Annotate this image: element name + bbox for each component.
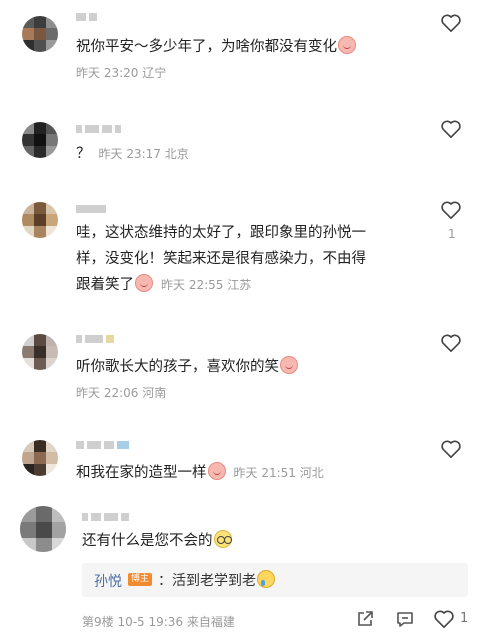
- glasses-emoji-icon: [213, 530, 232, 548]
- blogger-reply[interactable]: 孙悦 博主 ：活到老学到老: [82, 563, 468, 597]
- username-blurred[interactable]: [76, 440, 129, 450]
- laugh-cry-emoji-icon: [257, 570, 275, 588]
- comment-text: 听你歌长大的孩子，喜欢你的笑: [76, 354, 298, 380]
- reply-text: ：活到老学到老: [158, 570, 275, 590]
- comment-text: 祝你平安～多少年了，为啥你都没有变化: [76, 34, 356, 60]
- username-blurred[interactable]: [82, 512, 129, 522]
- avatar[interactable]: [22, 202, 58, 238]
- like-count: 1: [460, 611, 469, 626]
- avatar[interactable]: [20, 506, 66, 552]
- username-blurred[interactable]: [76, 124, 121, 134]
- peach-emoji-icon: [135, 274, 153, 292]
- avatar[interactable]: [22, 122, 58, 158]
- comment-text: 和我在家的造型一样 昨天 21:51 河北: [76, 460, 324, 486]
- like-count: 1: [448, 227, 456, 241]
- like-heart-icon[interactable]: [440, 439, 462, 459]
- peach-emoji-icon: [338, 36, 356, 54]
- comment-text-line: 跟着笑了 昨天 22:55 江苏: [76, 272, 251, 298]
- avatar[interactable]: [22, 16, 58, 52]
- avatar[interactable]: [22, 440, 58, 476]
- comment-text-line: 哇，这状态维持的太好了，跟印象里的孙悦一: [76, 225, 366, 241]
- like-heart-icon[interactable]: [440, 119, 462, 139]
- username-blurred[interactable]: [76, 204, 106, 214]
- floor-meta: 第9楼 10-5 19:36 来自福建: [82, 615, 235, 629]
- like-heart-icon[interactable]: [440, 333, 462, 353]
- comment-text: 还有什么是您不会的: [82, 528, 232, 554]
- share-icon[interactable]: [355, 609, 375, 629]
- username-blurred[interactable]: [76, 12, 97, 22]
- comment-meta: 昨天 23:20 辽宁: [76, 66, 167, 80]
- peach-emoji-icon: [207, 462, 226, 480]
- username-blurred[interactable]: [76, 334, 114, 344]
- like-heart-icon[interactable]: [433, 609, 454, 629]
- reply-author-name[interactable]: 孙悦: [94, 571, 122, 591]
- author-badge: 博主: [128, 573, 153, 586]
- comment-text-line: 样，没变化！笑起来还是很有感染力，不由得: [76, 251, 366, 267]
- peach-emoji-icon: [280, 356, 298, 374]
- avatar[interactable]: [22, 334, 58, 370]
- comment-meta: 昨天 22:06 河南: [76, 386, 167, 400]
- like-heart-icon[interactable]: [440, 13, 462, 33]
- comment-text: ？昨天 23:17 北京: [76, 146, 189, 162]
- comment-icon[interactable]: [395, 609, 415, 629]
- like-heart-icon[interactable]: [440, 200, 462, 220]
